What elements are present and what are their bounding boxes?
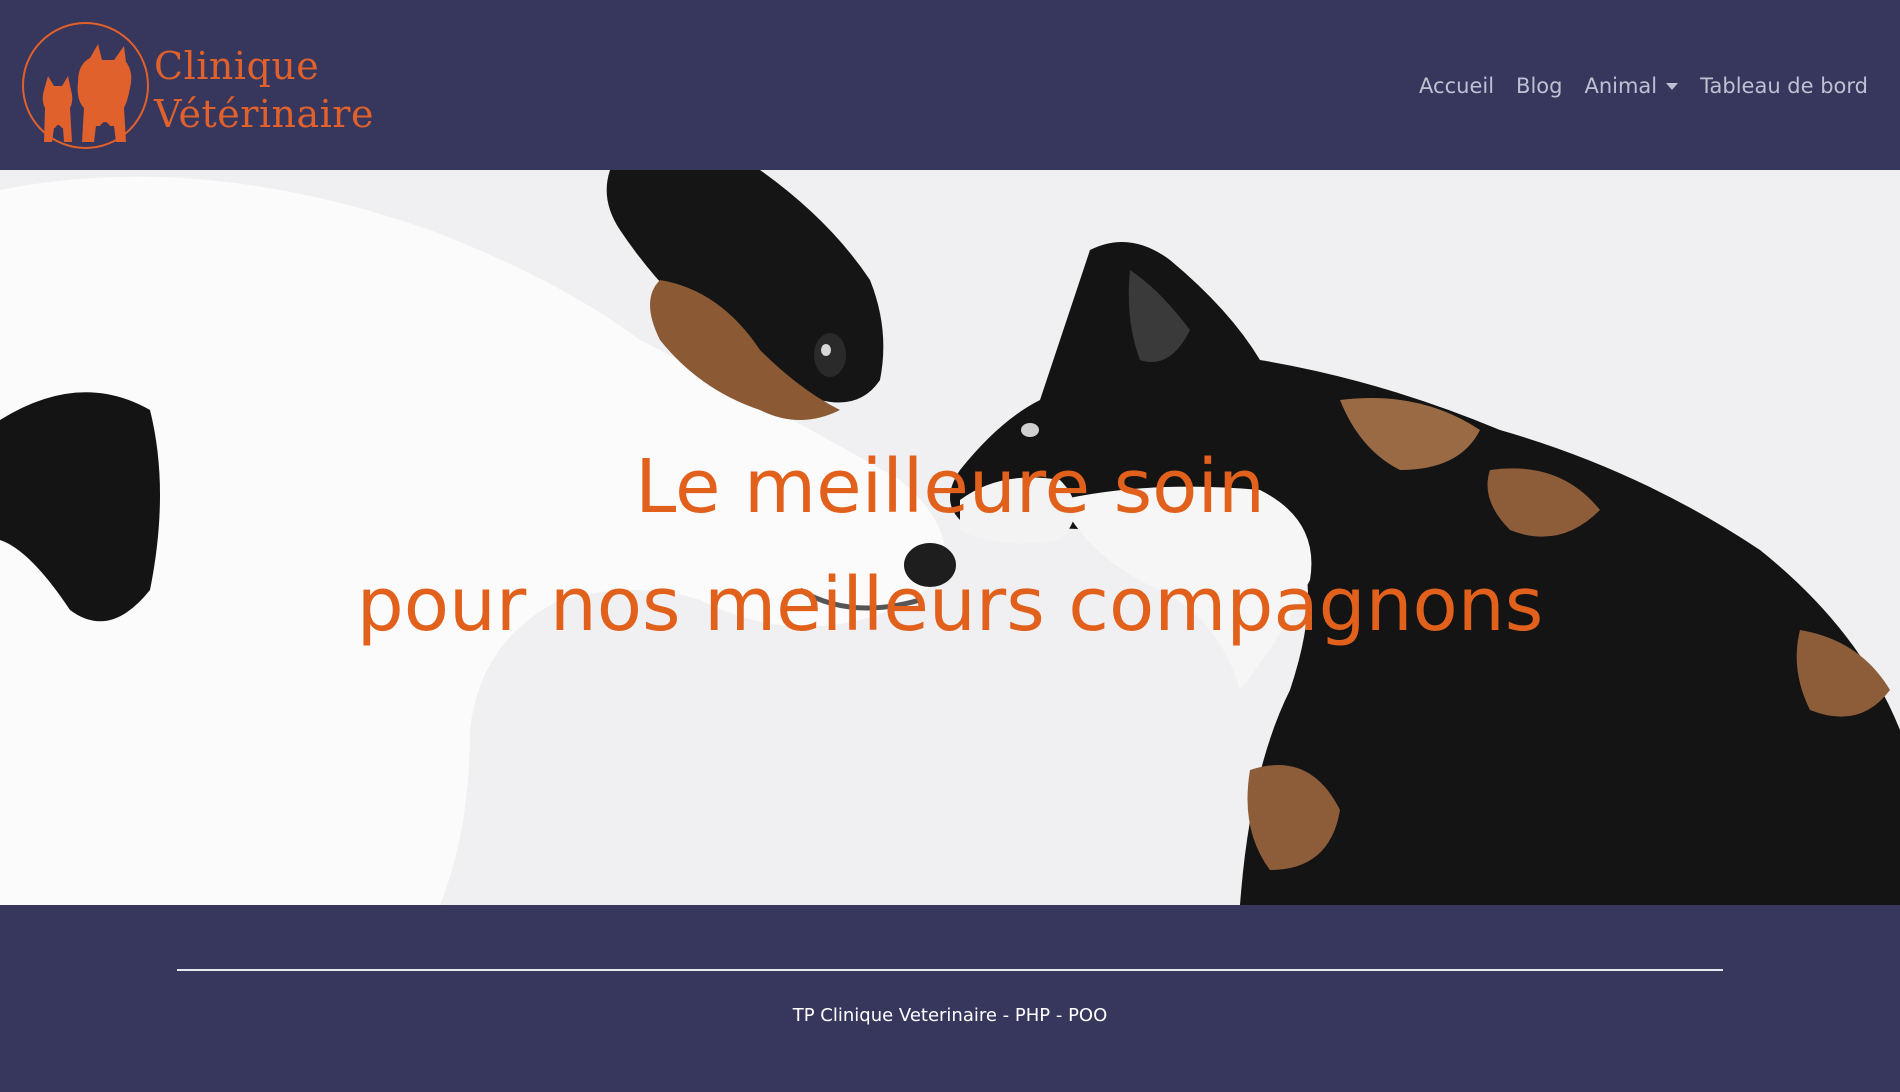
brand-logo[interactable]: Clinique Vétérinaire [22, 22, 373, 154]
brand-line-2: Vétérinaire [154, 92, 374, 136]
brand-name: Clinique Vétérinaire [154, 42, 374, 138]
nav-blog[interactable]: Blog [1516, 74, 1562, 98]
nav-animal-dropdown[interactable]: Animal [1584, 74, 1679, 98]
footer-divider [177, 969, 1723, 971]
brand-line-1: Clinique [154, 44, 320, 88]
footer-text: TP Clinique Veterinaire - PHP - POO [792, 1005, 1108, 1026]
hero-heading-line-2: pour nos meilleurs compagnons [356, 562, 1544, 648]
nav-tableau-de-bord[interactable]: Tableau de bord [1700, 74, 1868, 98]
dog-and-cat-logo-icon [42, 44, 132, 142]
main-nav: Accueil Blog Animal Tableau de bord [1397, 74, 1868, 98]
footer: TP Clinique Veterinaire - PHP - POO [0, 905, 1900, 1092]
hero-banner: Le meilleure soin pour nos meilleurs com… [0, 170, 1900, 905]
nav-animal-label: Animal [1584, 74, 1658, 98]
hero-heading-line-1: Le meilleure soin [635, 444, 1265, 530]
navbar: Clinique Vétérinaire Accueil Blog Animal… [0, 0, 1900, 170]
hero-heading: Le meilleure soin pour nos meilleurs com… [0, 428, 1900, 664]
caret-down-icon [1666, 82, 1679, 90]
nav-accueil[interactable]: Accueil [1419, 74, 1494, 98]
